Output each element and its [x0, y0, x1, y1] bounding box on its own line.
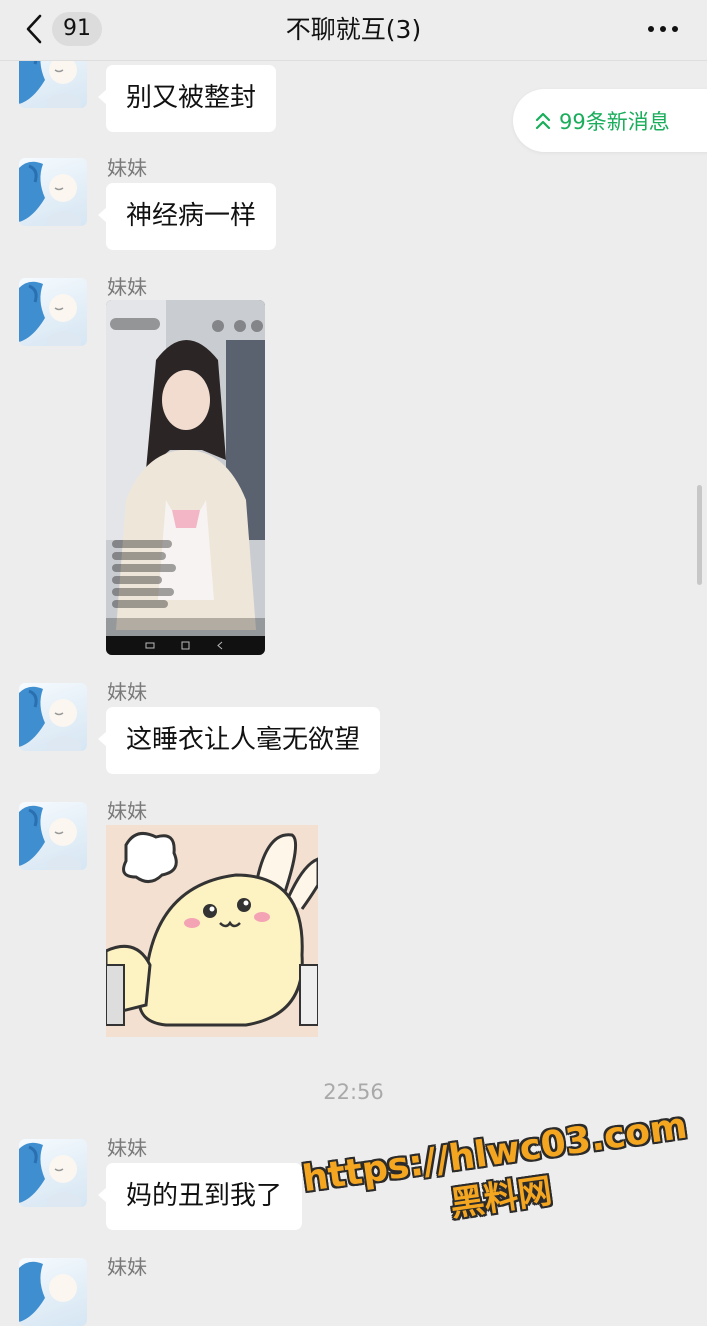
more-options-button[interactable]	[643, 16, 683, 42]
chevron-left-icon	[26, 14, 42, 44]
message-bubble[interactable]: 这睡衣让人毫无欲望	[97, 707, 381, 774]
bunny-sticker-image	[106, 825, 318, 1037]
watermark: https://hlwc03.com 黑料网	[294, 1103, 707, 1278]
avatar-illustration-icon	[19, 805, 81, 870]
avatar-illustration-icon	[19, 161, 81, 226]
image-message[interactable]	[106, 300, 265, 655]
avatar-illustration-icon	[19, 1142, 81, 1207]
avatar[interactable]	[19, 802, 87, 870]
new-messages-label: 99条新消息	[559, 109, 670, 134]
new-messages-button[interactable]: 99条新消息	[513, 89, 707, 152]
sender-name: 妹妹	[107, 1136, 147, 1160]
unread-count-badge[interactable]: 91	[52, 12, 102, 46]
dot-icon	[660, 26, 666, 32]
avatar-illustration-icon	[19, 281, 81, 346]
avatar-illustration-icon	[19, 1261, 77, 1322]
sender-name: 妹妹	[107, 156, 147, 180]
double-chevron-up-icon	[535, 112, 551, 130]
message-bubble[interactable]: 别又被整封	[97, 65, 277, 132]
timestamp: 22:56	[323, 1080, 384, 1104]
sender-name: 妹妹	[107, 1255, 147, 1279]
avatar[interactable]	[19, 278, 87, 346]
chat-header: 91 不聊就互(3)	[0, 0, 707, 61]
message-bubble[interactable]: 神经病一样	[97, 183, 277, 250]
avatar-illustration-icon	[19, 686, 81, 751]
scrollbar[interactable]	[697, 485, 702, 585]
sticker-message[interactable]	[106, 825, 318, 1037]
chat-title: 不聊就互(3)	[285, 15, 422, 44]
sender-name: 妹妹	[107, 799, 147, 823]
avatar[interactable]	[19, 1139, 87, 1207]
dot-icon	[672, 26, 678, 32]
back-button[interactable]	[22, 14, 46, 44]
avatar[interactable]	[19, 683, 87, 751]
dot-icon	[648, 26, 654, 32]
sender-name: 妹妹	[107, 275, 147, 299]
avatar[interactable]	[19, 158, 87, 226]
avatar[interactable]	[19, 1258, 87, 1326]
livestream-screenshot-image	[106, 300, 265, 655]
message-bubble[interactable]: 妈的丑到我了	[97, 1163, 303, 1230]
sender-name: 妹妹	[107, 680, 147, 704]
